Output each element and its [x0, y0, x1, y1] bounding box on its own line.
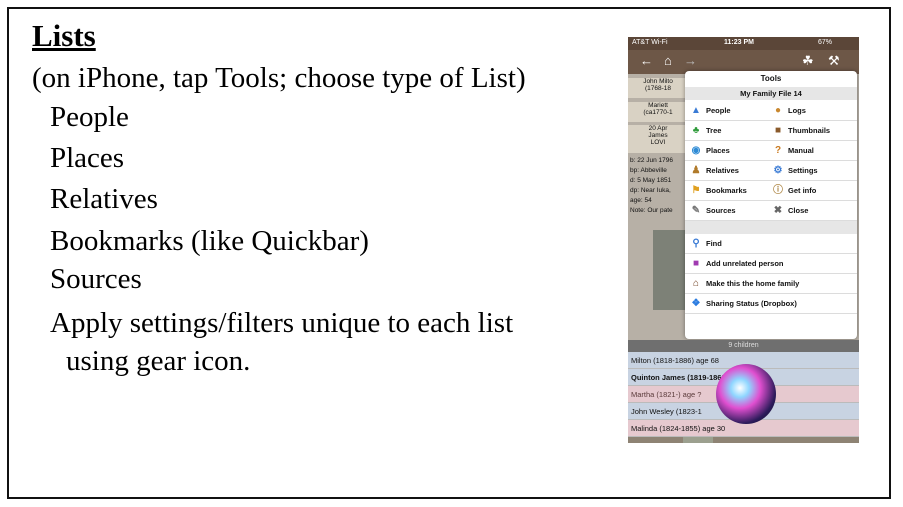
- info-age: age: 54: [630, 197, 652, 204]
- battery-label: 67%: [818, 39, 833, 46]
- children-header: 9 children: [628, 340, 859, 352]
- carrier-label: AT&T Wi-Fi: [632, 39, 668, 46]
- bullet-relatives: Relatives: [50, 183, 158, 215]
- tools-thumbnails[interactable]: ■ Thumbnails: [771, 121, 857, 141]
- gear-icon: ⚙: [773, 165, 783, 176]
- tools-logs[interactable]: ● Logs: [771, 101, 857, 121]
- tools-add-unrelated[interactable]: ■ Add unrelated person: [685, 254, 857, 274]
- source-icon: ✎: [691, 205, 701, 216]
- close-icon: ✖: [773, 205, 783, 216]
- bullet-people: People: [50, 101, 129, 133]
- people-icon: ▲: [691, 105, 701, 116]
- family-file-name: My Family File 14: [685, 87, 857, 100]
- globe-icon: ◉: [691, 145, 701, 156]
- bullet-apply-settings: Apply settings/filters unique to each li…: [50, 307, 514, 339]
- tools-relatives[interactable]: ♟ Relatives: [685, 161, 771, 181]
- add-person-icon: ■: [692, 258, 700, 269]
- bullet-places: Places: [50, 142, 125, 174]
- manual-icon: ?: [774, 145, 782, 156]
- tools-make-home[interactable]: ⌂ Make this the home family: [685, 274, 857, 294]
- bullet-bookmarks: Bookmarks (like Quickbar): [50, 225, 369, 257]
- slide-title: Lists: [32, 18, 96, 53]
- bullet-sources: Sources: [50, 263, 142, 295]
- siri-orb-icon: [716, 364, 776, 424]
- search-icon: ⚲: [692, 238, 700, 249]
- tools-people[interactable]: ▲ People: [685, 101, 771, 121]
- tree-icon: ♣: [692, 125, 700, 136]
- tools-settings[interactable]: ⚙ Settings: [771, 161, 857, 181]
- tools-close[interactable]: ✖ Close: [771, 201, 857, 221]
- info-deathplace: dp: Near Iuka,: [630, 187, 671, 194]
- clock-label: 11:23 PM: [724, 39, 754, 46]
- dropbox-icon: ❖: [691, 298, 701, 309]
- father-card[interactable]: John Milto (1768-18: [628, 78, 688, 98]
- tools-find[interactable]: ⚲ Find: [685, 234, 857, 254]
- relatives-icon: ♟: [691, 165, 701, 176]
- tools-get-info[interactable]: ⓘ Get info: [771, 181, 857, 201]
- logs-icon: ●: [774, 105, 782, 116]
- phone-screenshot: AT&T Wi-Fi 11:23 PM 67% ← ⌂ → ☘ ⚒ John M…: [628, 37, 859, 443]
- tools-sharing-status[interactable]: ❖ Sharing Status (Dropbox): [685, 294, 857, 314]
- bookmark-icon: ⚑: [691, 185, 701, 196]
- info-birth: b: 22 Jun 1796: [630, 157, 674, 164]
- home-family-icon: ⌂: [692, 278, 700, 289]
- info-note: Note: Our pate: [630, 207, 673, 214]
- info-birthplace: bp: Abbeville: [630, 167, 667, 174]
- thumbnails-icon: ■: [774, 125, 782, 136]
- info-death: d: 5 May 1851: [630, 177, 672, 184]
- menu-separator: [685, 221, 857, 234]
- forward-arrow-icon[interactable]: →: [684, 53, 697, 68]
- tools-bookmarks[interactable]: ⚑ Bookmarks: [685, 181, 771, 201]
- tools-title: Tools: [760, 74, 782, 83]
- tools-sources[interactable]: ✎ Sources: [685, 201, 771, 221]
- home-icon[interactable]: ⌂: [664, 53, 672, 68]
- status-bar: AT&T Wi-Fi 11:23 PM 67%: [628, 37, 859, 50]
- family-tree-icon[interactable]: ☘: [802, 53, 814, 69]
- back-arrow-icon[interactable]: ←: [640, 53, 653, 68]
- mother-card[interactable]: Mariett (ca1770-1: [628, 102, 688, 122]
- tools-places[interactable]: ◉ Places: [685, 141, 771, 161]
- spouse-card[interactable]: 20 Apr James LOVI: [628, 125, 688, 153]
- tools-tree[interactable]: ♣ Tree: [685, 121, 771, 141]
- bullet-continuation: using gear icon.: [66, 345, 251, 377]
- tools-menu: Tools My Family File 14 ▲ People ♣ Tree ◉ P…: [685, 71, 857, 339]
- info-icon: ⓘ: [773, 185, 783, 196]
- tools-manual[interactable]: ? Manual: [771, 141, 857, 161]
- tools-icon[interactable]: ⚒: [828, 53, 840, 69]
- slide-subtitle: (on iPhone, tap Tools; choose type of Li…: [32, 62, 526, 94]
